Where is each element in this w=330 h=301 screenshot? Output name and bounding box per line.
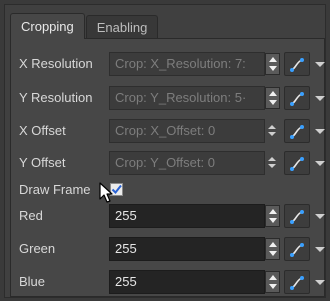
y-offset-field[interactable]: Crop: Y_Offset: 0 (109, 151, 265, 175)
function-curve-icon (290, 92, 304, 106)
row-x-offset: X Offset Crop: X_Offset: 0 (19, 119, 325, 143)
green-spinner[interactable] (265, 238, 280, 260)
tab-enabling[interactable]: Enabling (85, 15, 159, 39)
green-field[interactable]: 255 (109, 237, 265, 261)
y-offset-label: Y Offset (19, 155, 66, 170)
row-y-offset: Y Offset Crop: Y_Offset: 0 (19, 151, 325, 175)
x-offset-menu-arrow[interactable] (315, 129, 325, 134)
green-function-button[interactable] (284, 237, 310, 261)
red-menu-arrow[interactable] (315, 214, 325, 219)
y-offset-menu-arrow[interactable] (315, 161, 325, 166)
blue-label: Blue (19, 274, 46, 289)
y-resolution-field[interactable]: Crop: Y_Resolution: 5· (109, 86, 265, 110)
row-red: Red 255 (19, 204, 325, 228)
blue-spinner[interactable] (265, 271, 280, 293)
row-x-resolution: X Resolution Crop: X_Resolution: 7: (19, 52, 325, 76)
y-offset-spinner[interactable] (265, 152, 280, 174)
x-offset-label: X Offset (19, 123, 66, 138)
row-blue: Blue 255 (19, 270, 325, 294)
function-curve-icon (290, 58, 304, 72)
green-label: Green (19, 241, 56, 256)
x-resolution-function-button[interactable] (284, 52, 310, 76)
draw-frame-label: Draw Frame (19, 182, 91, 197)
y-resolution-menu-arrow[interactable] (315, 96, 325, 101)
function-curve-icon (290, 210, 304, 224)
red-function-button[interactable] (284, 204, 310, 228)
row-y-resolution: Y Resolution Crop: Y_Resolution: 5· (19, 86, 325, 110)
cropping-tab-content: X Resolution Crop: X_Resolution: 7: Y Re… (10, 38, 325, 297)
y-offset-function-button[interactable] (284, 151, 310, 175)
tab-cropping[interactable]: Cropping (10, 13, 85, 39)
red-label: Red (19, 208, 43, 223)
mouse-pointer-icon (99, 182, 113, 203)
x-offset-spinner[interactable] (265, 120, 280, 142)
row-green: Green 255 (19, 237, 325, 261)
y-resolution-label: Y Resolution (19, 90, 93, 105)
tab-bar: Cropping Enabling (10, 13, 159, 39)
x-offset-field[interactable]: Crop: X_Offset: 0 (109, 119, 265, 143)
x-resolution-menu-arrow[interactable] (315, 62, 325, 67)
function-curve-icon (290, 243, 304, 257)
x-offset-function-button[interactable] (284, 119, 310, 143)
x-resolution-field[interactable]: Crop: X_Resolution: 7: (109, 52, 265, 76)
y-resolution-function-button[interactable] (284, 86, 310, 110)
green-menu-arrow[interactable] (315, 247, 325, 252)
blue-function-button[interactable] (284, 270, 310, 294)
function-curve-icon (290, 125, 304, 139)
function-curve-icon (290, 157, 304, 171)
x-resolution-label: X Resolution (19, 56, 93, 71)
y-resolution-spinner[interactable] (265, 87, 280, 109)
blue-field[interactable]: 255 (109, 270, 265, 294)
x-resolution-spinner[interactable] (265, 53, 280, 75)
red-spinner[interactable] (265, 205, 280, 227)
function-curve-icon (290, 276, 304, 290)
blue-menu-arrow[interactable] (315, 280, 325, 285)
row-draw-frame: Draw Frame (19, 180, 325, 200)
red-field[interactable]: 255 (109, 204, 265, 228)
